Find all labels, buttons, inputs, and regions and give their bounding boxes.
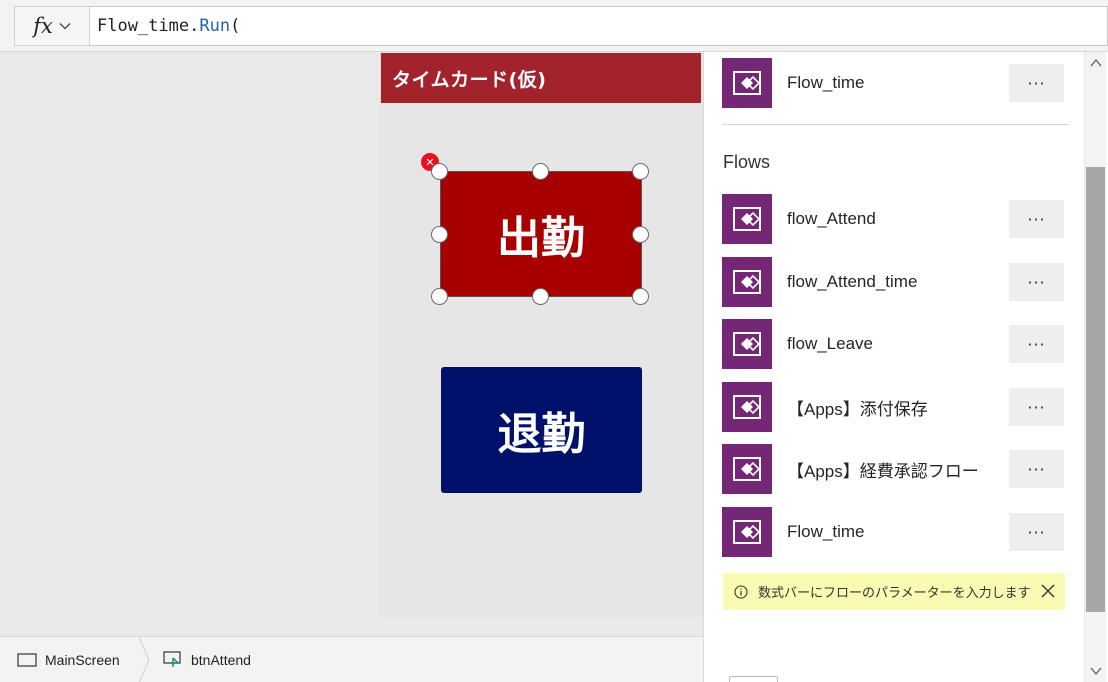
property-selector-button[interactable]: fx — [14, 6, 90, 46]
more-options-button[interactable]: ··· — [1009, 200, 1064, 238]
more-options-button[interactable]: ··· — [1009, 388, 1064, 426]
app-root: fx Flow_time. Run( タイムカード(仮) 出勤 ✕ 退勤 Mai… — [0, 0, 1108, 682]
breadcrumb-screen-label: MainScreen — [45, 652, 120, 668]
info-icon — [734, 584, 748, 599]
panel-scrollbar[interactable] — [1084, 52, 1106, 682]
resize-handle-bottom-left[interactable] — [431, 288, 448, 305]
formula-input[interactable]: Flow_time. Run( — [89, 6, 1108, 46]
power-automate-flow-icon — [722, 58, 772, 108]
breadcrumb-control[interactable]: btnAttend — [163, 637, 251, 682]
flow-item[interactable]: flow_Leave ··· — [722, 319, 1067, 369]
scrollbar-thumb[interactable] — [1086, 167, 1105, 612]
flow-name: 【Apps】経費承認フロー — [787, 461, 979, 481]
power-automate-flow-icon — [722, 444, 772, 494]
info-banner-text: 数式バーにフローのパラメーターを入力します — [758, 586, 1031, 601]
flow-name: Flow_time — [787, 522, 865, 541]
partial-control — [729, 676, 778, 682]
more-options-button[interactable]: ··· — [1009, 64, 1064, 102]
chevron-right-icon — [138, 637, 150, 682]
formula-object: Flow_time. — [97, 16, 200, 36]
app-screen[interactable]: タイムカード(仮) 出勤 ✕ 退勤 — [380, 52, 703, 617]
more-options-button[interactable]: ··· — [1009, 325, 1064, 363]
fx-icon: fx — [33, 14, 53, 38]
formula-bar: fx Flow_time. Run( — [0, 0, 1108, 52]
power-automate-flow-icon — [722, 382, 772, 432]
button-control-icon — [163, 651, 181, 667]
info-banner: 数式バーにフローのパラメーターを入力します — [723, 573, 1065, 610]
breadcrumb: MainScreen btnAttend — [0, 636, 703, 682]
flow-item-selected[interactable]: Flow_time ··· — [722, 58, 1067, 108]
flow-name: 【Apps】添付保存 — [787, 399, 928, 419]
formula-rest: ( — [230, 16, 241, 36]
flow-item[interactable]: flow_Attend ··· — [722, 194, 1067, 244]
power-automate-flow-icon — [722, 507, 772, 557]
design-canvas[interactable]: タイムカード(仮) 出勤 ✕ 退勤 — [0, 52, 703, 636]
more-options-button[interactable]: ··· — [1009, 513, 1064, 551]
flows-section-heading: Flows — [723, 152, 771, 172]
flow-item[interactable]: 【Apps】経費承認フロー ··· — [722, 444, 1067, 494]
flow-item[interactable]: Flow_time ··· — [722, 507, 1067, 557]
flow-name: flow_Attend — [787, 209, 876, 228]
scroll-up-icon[interactable] — [1090, 58, 1102, 68]
data-flows-panel: Flow_time ··· Flows flow_Attend ··· flow… — [703, 52, 1108, 682]
flow-name: Flow_time — [787, 73, 865, 92]
breadcrumb-control-label: btnAttend — [191, 652, 251, 668]
leave-button[interactable]: 退勤 — [441, 367, 642, 493]
flow-name: flow_Attend_time — [787, 272, 918, 291]
divider — [722, 124, 1069, 125]
resize-handle-right[interactable] — [632, 226, 649, 243]
resize-handle-left[interactable] — [431, 226, 448, 243]
more-options-button[interactable]: ··· — [1009, 263, 1064, 301]
app-title: タイムカード(仮) — [392, 68, 547, 91]
power-automate-flow-icon — [722, 319, 772, 369]
close-icon[interactable] — [1039, 582, 1057, 600]
resize-handle-top-right[interactable] — [632, 163, 649, 180]
resize-handle-bottom-right[interactable] — [632, 288, 649, 305]
flow-item[interactable]: flow_Attend_time ··· — [722, 257, 1067, 307]
app-title-bar[interactable]: タイムカード(仮) — [381, 53, 701, 103]
chevron-down-icon — [59, 23, 71, 30]
breadcrumb-screen[interactable]: MainScreen — [17, 637, 120, 682]
resize-handle-bottom[interactable] — [532, 288, 549, 305]
power-automate-flow-icon — [722, 194, 772, 244]
scroll-down-icon[interactable] — [1090, 666, 1102, 676]
resize-handle-top-left[interactable] — [431, 163, 448, 180]
screen-icon — [17, 653, 37, 667]
flow-item[interactable]: 【Apps】添付保存 ··· — [722, 382, 1067, 432]
more-options-button[interactable]: ··· — [1009, 450, 1064, 488]
flow-name: flow_Leave — [787, 334, 874, 353]
formula-function: Run — [199, 16, 231, 36]
resize-handle-top[interactable] — [532, 163, 549, 180]
power-automate-flow-icon — [722, 257, 772, 307]
attend-button[interactable]: 出勤 — [440, 171, 642, 297]
